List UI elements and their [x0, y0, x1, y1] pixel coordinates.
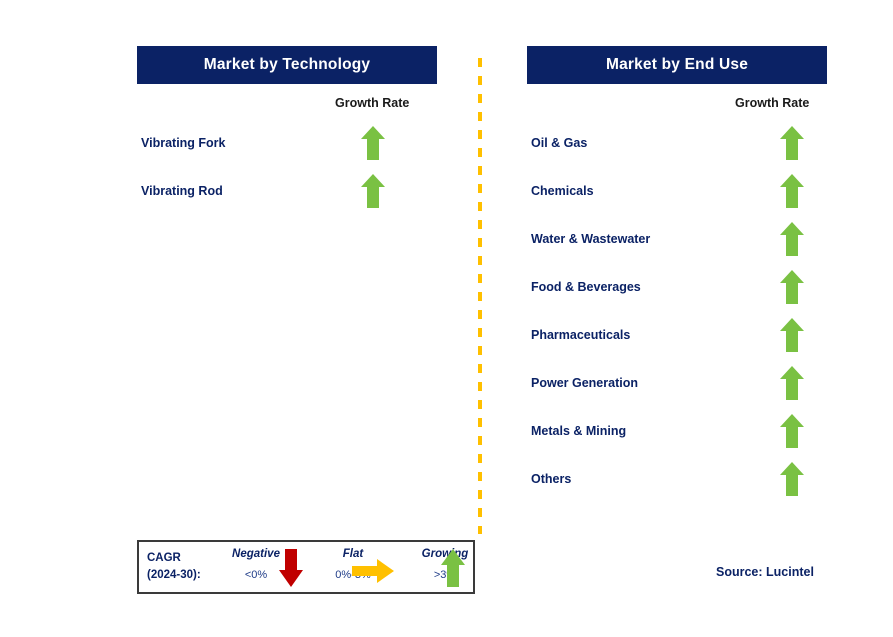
arrow-up-icon	[774, 461, 810, 497]
arrow-up-icon	[774, 125, 810, 161]
table-row: Vibrating Fork	[141, 128, 441, 158]
arrow-up-icon	[355, 125, 391, 161]
legend-title-line1: CAGR	[147, 552, 181, 564]
panel-title-market-by-end-use: Market by End Use	[527, 46, 827, 84]
segment-label-oil-and-gas: Oil & Gas	[531, 136, 588, 150]
arrow-up-icon	[774, 317, 810, 353]
growth-rate-column-header-right: Growth Rate	[735, 96, 810, 110]
vertical-dashed-line-icon	[478, 58, 482, 534]
arrow-down-icon	[278, 548, 304, 588]
segment-label-chemicals: Chemicals	[531, 184, 594, 198]
segment-label-vibrating-rod: Vibrating Rod	[141, 184, 223, 198]
segment-label-food-and-beverages: Food & Beverages	[531, 280, 641, 294]
growth-rate-column-header-left: Growth Rate	[335, 96, 410, 110]
legend-title-line2: (2024-30):	[147, 569, 201, 581]
arrow-up-icon	[774, 221, 810, 257]
infographic-canvas: Market by Technology Growth Rate Vibrati…	[0, 0, 893, 637]
table-row: Vibrating Rod	[141, 176, 441, 206]
arrow-up-icon	[355, 173, 391, 209]
arrow-right-icon	[351, 558, 395, 584]
source-note: Source: Lucintel	[716, 565, 814, 579]
segment-label-vibrating-fork: Vibrating Fork	[141, 136, 226, 150]
arrow-up-icon	[774, 173, 810, 209]
segment-label-power-generation: Power Generation	[531, 376, 638, 390]
segment-label-water-and-wastewater: Water & Wastewater	[531, 232, 651, 246]
arrow-up-icon	[440, 548, 466, 588]
segment-label-others: Others	[531, 472, 572, 486]
segment-label-metals-and-mining: Metals & Mining	[531, 424, 627, 438]
cagr-legend: CAGR (2024-30): Negative <0% Flat 0%-3% …	[137, 540, 475, 594]
arrow-up-icon	[774, 365, 810, 401]
segment-label-pharmaceuticals: Pharmaceuticals	[531, 328, 631, 342]
legend-title: CAGR (2024-30):	[147, 550, 201, 584]
arrow-up-icon	[774, 269, 810, 305]
panel-title-market-by-technology: Market by Technology	[137, 46, 437, 84]
arrow-up-icon	[774, 413, 810, 449]
